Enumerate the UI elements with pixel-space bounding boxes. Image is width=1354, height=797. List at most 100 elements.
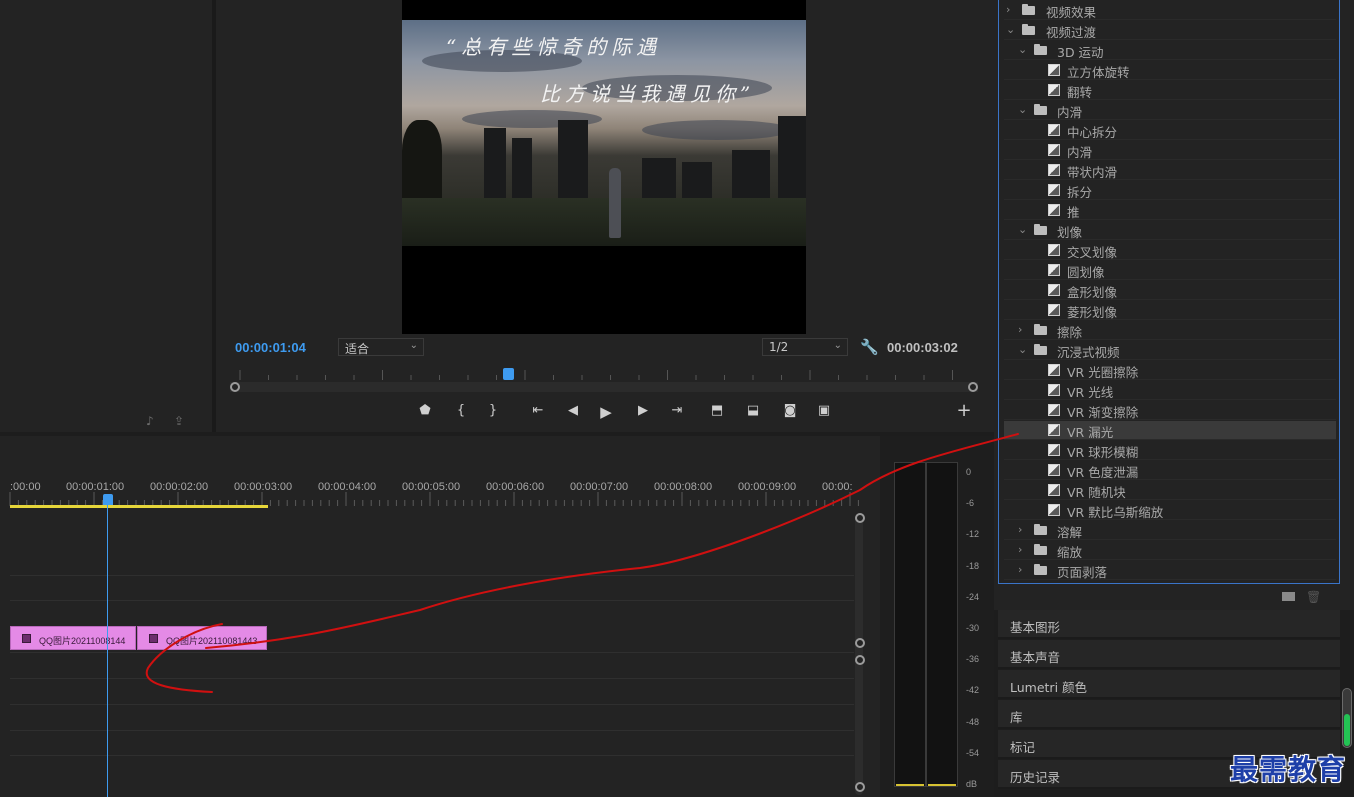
effects-folder[interactable]: ⌄ 内滑	[1004, 101, 1336, 120]
effects-preset[interactable]: VR 漏光	[1004, 421, 1336, 440]
trash-icon[interactable]: 🗑	[1306, 590, 1321, 604]
effects-folder[interactable]: ⌄ 3D 运动	[1004, 41, 1336, 60]
add-button-icon[interactable]: +	[953, 400, 975, 421]
effects-preset[interactable]: 翻转	[1004, 81, 1336, 100]
mark-out-icon[interactable]: }	[482, 403, 504, 418]
effects-folder[interactable]: ⌄ 划像	[1004, 221, 1336, 240]
step-back-icon[interactable]: ◀	[562, 403, 584, 418]
effects-preset[interactable]: 立方体旋转	[1004, 61, 1336, 80]
work-area-bar[interactable]	[10, 505, 268, 508]
chevron-down-icon: ⌄	[833, 340, 842, 351]
effects-preset[interactable]: 盒形划像	[1004, 281, 1336, 300]
side-panel-tab[interactable]: 基本图形	[998, 610, 1340, 639]
marker-icon[interactable]: ⬟	[414, 403, 436, 418]
effects-preset[interactable]: VR 默比乌斯缩放	[1004, 501, 1336, 520]
transition-preset-icon	[1048, 464, 1060, 476]
chevron-right-icon[interactable]: ›	[1018, 523, 1022, 536]
effects-folder[interactable]: › 视频效果	[1004, 1, 1336, 20]
effects-preset[interactable]: 菱形划像	[1004, 301, 1336, 320]
scrub-bar[interactable]	[230, 382, 978, 392]
playhead-line	[107, 504, 108, 797]
effects-item-label: 3D 运动	[1057, 45, 1104, 60]
side-panel-tab[interactable]: 基本声音	[998, 640, 1340, 669]
db-label: dB	[966, 779, 978, 789]
effects-preset[interactable]: VR 球形模糊	[1004, 441, 1336, 460]
effects-item-label: 视频效果	[1046, 5, 1097, 20]
chevron-down-icon[interactable]: ⌄	[1018, 43, 1027, 56]
zoom-level-select[interactable]: 适合 ⌄	[338, 338, 424, 356]
effects-preset[interactable]: 内滑	[1004, 141, 1336, 160]
chevron-down-icon[interactable]: ⌄	[1006, 23, 1015, 36]
effects-preset[interactable]: VR 随机块	[1004, 481, 1336, 500]
scroll-handle[interactable]	[855, 782, 865, 792]
effects-preset[interactable]: 交叉划像	[1004, 241, 1336, 260]
folder-icon	[1034, 564, 1047, 575]
chevron-right-icon[interactable]: ›	[1018, 563, 1022, 576]
transition-preset-icon	[1048, 504, 1060, 516]
export-icon[interactable]: ⇪	[174, 414, 184, 428]
effects-preset[interactable]: 推	[1004, 201, 1336, 220]
go-to-out-icon[interactable]: ⇥	[666, 403, 688, 418]
db-label: -12	[966, 529, 980, 540]
timeline-clip[interactable]: QQ图片20211008144	[10, 626, 136, 650]
ruler-time-label: 00:00:08:00	[654, 481, 713, 493]
playhead-timecode[interactable]: 00:00:01:04	[235, 340, 306, 355]
chevron-down-icon[interactable]: ⌄	[1018, 223, 1027, 236]
effects-preset[interactable]: VR 光圈擦除	[1004, 361, 1336, 380]
chevron-down-icon[interactable]: ⌄	[1018, 103, 1027, 116]
effects-folder[interactable]: › 页面剥落	[1004, 561, 1336, 580]
go-to-in-icon[interactable]: ⇤	[527, 403, 549, 418]
effects-item-label: VR 光线	[1067, 385, 1114, 400]
play-icon[interactable]: ▶	[595, 403, 617, 421]
effects-folder[interactable]: › 擦除	[1004, 321, 1336, 340]
audio-track-icon[interactable]: ♪	[146, 414, 154, 428]
effects-preset[interactable]: 圆划像	[1004, 261, 1336, 280]
chevron-right-icon[interactable]: ›	[1018, 323, 1022, 336]
db-label: -54	[966, 747, 980, 758]
folder-icon	[1034, 104, 1047, 115]
effects-preset[interactable]: 拆分	[1004, 181, 1336, 200]
side-panel-tab[interactable]: 库	[998, 700, 1340, 729]
comparison-icon[interactable]: ▣	[813, 403, 835, 418]
chevron-right-icon[interactable]: ›	[1006, 3, 1010, 16]
effects-preset[interactable]: 带状内滑	[1004, 161, 1336, 180]
monitor-playhead[interactable]	[503, 368, 514, 380]
scroll-handle[interactable]	[855, 655, 865, 665]
settings-wrench-icon[interactable]: 🔧	[860, 338, 879, 356]
extract-icon[interactable]: ⬓	[742, 403, 764, 418]
timeline-clip[interactable]: QQ图片202110081443	[137, 626, 267, 650]
chevron-right-icon[interactable]: ›	[1018, 543, 1022, 556]
step-forward-icon[interactable]: ▶	[632, 403, 654, 418]
effects-preset[interactable]: VR 渐变擦除	[1004, 401, 1336, 420]
effects-item-label: VR 默比乌斯缩放	[1067, 505, 1164, 520]
export-frame-icon[interactable]: ◙	[779, 403, 801, 418]
scrub-end-handle[interactable]	[968, 382, 978, 392]
panel-scrollbar-thumb[interactable]	[1344, 714, 1350, 746]
lift-icon[interactable]: ⬒	[706, 403, 728, 418]
effects-folder[interactable]: › 溶解	[1004, 521, 1336, 540]
zoom-level-value: 适合	[345, 342, 370, 356]
effects-item-label: 盒形划像	[1067, 285, 1118, 300]
track-separator	[10, 704, 854, 705]
scroll-handle[interactable]	[855, 638, 865, 648]
side-panel-tab[interactable]: Lumetri 颜色	[998, 670, 1340, 699]
timeline-playhead[interactable]	[103, 494, 113, 505]
scroll-handle[interactable]	[855, 513, 865, 523]
effects-preset[interactable]: 中心拆分	[1004, 121, 1336, 140]
effects-preset[interactable]: VR 光线	[1004, 381, 1336, 400]
playback-resolution-select[interactable]: 1/2 ⌄	[762, 338, 848, 356]
scrub-start-handle[interactable]	[230, 382, 240, 392]
effects-item-label: VR 色度泄漏	[1067, 465, 1139, 480]
db-label: -48	[966, 716, 980, 727]
effects-folder[interactable]: ⌄ 视频过渡	[1004, 21, 1336, 40]
effects-folder[interactable]: ⌄ 沉浸式视频	[1004, 341, 1336, 360]
effects-folder[interactable]: › 缩放	[1004, 541, 1336, 560]
mark-in-icon[interactable]: {	[450, 403, 472, 418]
video-preview[interactable]: “总有些惊奇的际遇 比方说当我遇见你”	[402, 0, 806, 334]
ruler-time-label: 00:00:	[822, 481, 853, 493]
new-bin-icon[interactable]	[1282, 592, 1295, 601]
chevron-down-icon[interactable]: ⌄	[1018, 343, 1027, 356]
effects-item-label: VR 球形模糊	[1067, 445, 1139, 460]
effects-preset[interactable]: VR 色度泄漏	[1004, 461, 1336, 480]
transition-preset-icon	[1048, 404, 1060, 416]
